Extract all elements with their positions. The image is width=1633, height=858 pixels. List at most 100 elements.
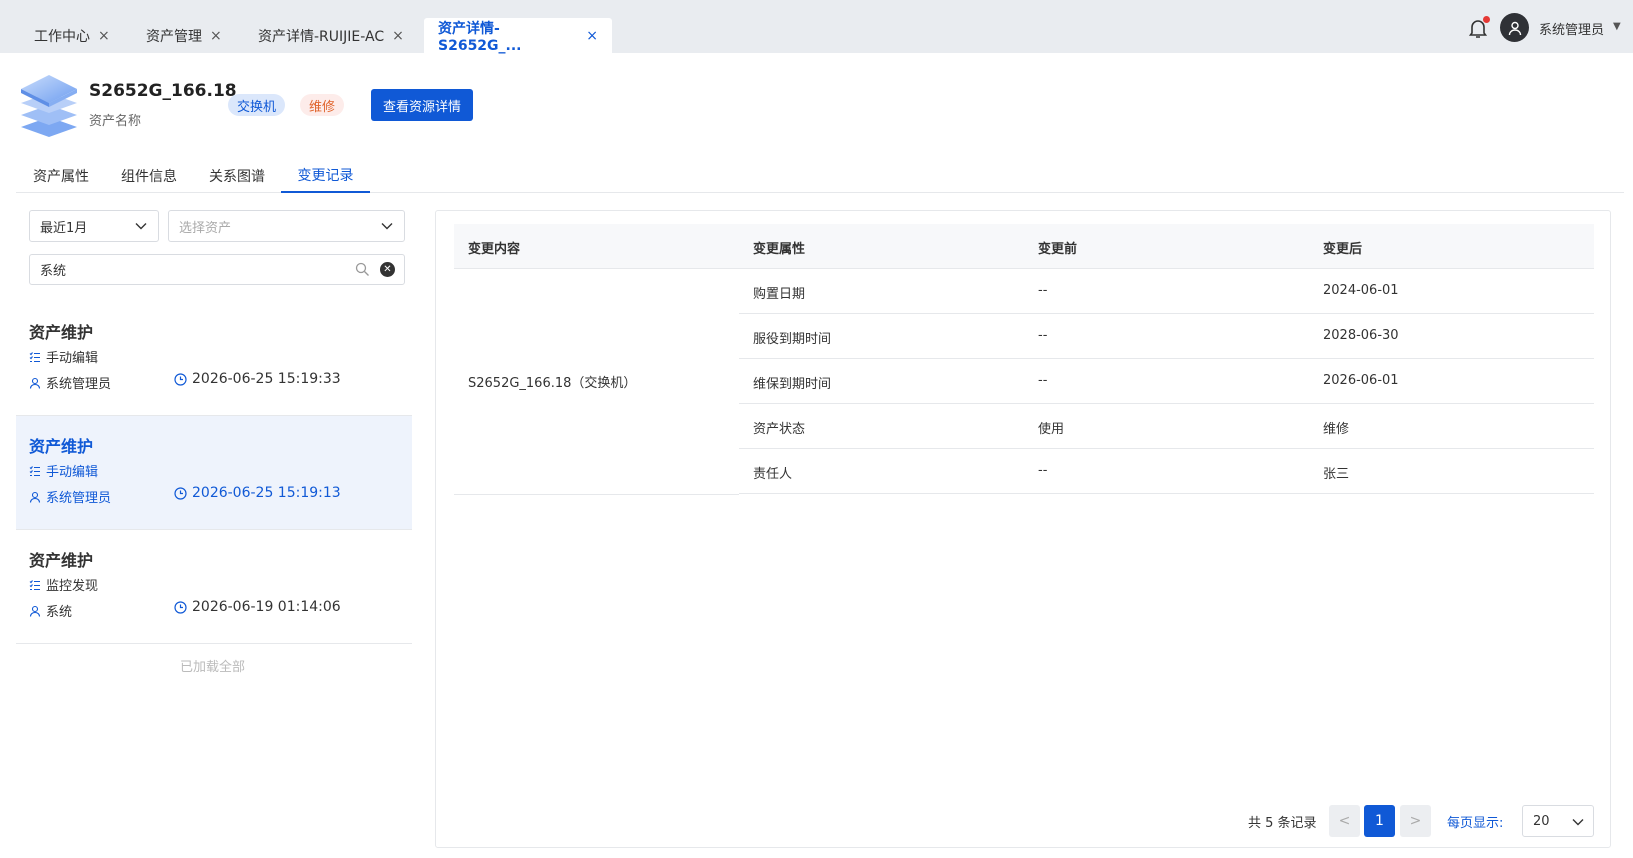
record-method-text: 监控发现 <box>46 579 99 594</box>
tab-asset-management[interactable]: 资产管理 × <box>132 18 236 53</box>
user-icon <box>29 377 41 389</box>
record-user-text: 系统 <box>46 605 73 620</box>
user-icon <box>29 605 41 617</box>
after-cell: 2026-06-01 <box>1323 373 1399 388</box>
tab-asset-detail-ruijie[interactable]: 资产详情-RUIJIE-AC × <box>244 18 418 53</box>
change-content-cell: S2652G_166.18（交换机） <box>454 269 739 495</box>
clear-icon[interactable]: ✕ <box>380 262 395 277</box>
after-cell: 维修 <box>1323 422 1350 437</box>
period-value: 最近1月 <box>40 220 88 236</box>
list-check-icon <box>29 351 40 362</box>
record-method-text: 手动编辑 <box>46 465 99 480</box>
pagination-total: 共 5 条记录 <box>1248 815 1317 831</box>
list-check-icon <box>29 465 40 476</box>
record-time: 2026-06-19 01:14:06 <box>174 599 341 615</box>
view-resource-details-button[interactable]: 查看资源详情 <box>371 89 473 121</box>
attr-cell: 资产状态 <box>753 422 806 437</box>
chevron-down-icon <box>381 223 393 230</box>
bell-icon[interactable] <box>1466 16 1490 40</box>
list-check-icon <box>29 579 40 590</box>
record-time-text: 2026-06-25 15:19:33 <box>192 371 341 387</box>
close-icon[interactable]: × <box>98 28 110 44</box>
clock-icon <box>174 486 187 500</box>
record-user: 系统管理员 <box>29 373 111 392</box>
asset-name-label: 资产名称 <box>89 114 142 129</box>
column-header: 变更后 <box>1323 242 1363 257</box>
period-select[interactable]: 最近1月 <box>29 210 159 242</box>
record-title: 资产维护 <box>29 437 94 456</box>
before-cell: -- <box>1038 463 1048 478</box>
change-record-item[interactable]: 资产维护 监控发现 系统 2026-06-19 01:14:06 <box>16 530 412 644</box>
column-header: 变更属性 <box>753 242 806 257</box>
tab-asset-attributes[interactable]: 资产属性 <box>33 158 89 193</box>
page-size-select[interactable]: 20 <box>1522 805 1594 837</box>
record-user-text: 系统管理员 <box>46 377 112 392</box>
loaded-all-text: 已加载全部 <box>180 660 246 675</box>
tab-relationship-graph[interactable]: 关系图谱 <box>209 158 265 193</box>
tab-work-center[interactable]: 工作中心 × <box>20 18 124 53</box>
asset-status-tag: 维修 <box>300 94 345 116</box>
record-method-text: 手动编辑 <box>46 351 99 366</box>
page-size-label: 每页显示: <box>1447 815 1504 831</box>
window-tab-bar: 工作中心 × 资产管理 × 资产详情-RUIJIE-AC × 资产详情-S265… <box>0 0 1633 54</box>
chevron-down-icon <box>1572 819 1584 826</box>
before-cell: -- <box>1038 373 1048 388</box>
record-user: 系统 <box>29 601 72 620</box>
record-user: 系统管理员 <box>29 487 111 506</box>
tab-change-records[interactable]: 变更记录 <box>281 158 370 193</box>
search-input[interactable]: 系统 ✕ <box>29 254 405 285</box>
record-title: 资产维护 <box>29 323 94 342</box>
column-header: 变更前 <box>1038 242 1078 257</box>
before-cell: 使用 <box>1038 422 1065 437</box>
page-size-value: 20 <box>1533 813 1550 829</box>
record-method: 手动编辑 <box>29 347 98 366</box>
record-user-text: 系统管理员 <box>46 491 112 506</box>
asset-name: S2652G_166.18 <box>89 81 237 101</box>
record-time-text: 2026-06-19 01:14:06 <box>192 599 341 615</box>
attr-cell: 维保到期时间 <box>753 377 832 392</box>
clock-icon <box>174 600 187 614</box>
asset-select-placeholder: 选择资产 <box>179 220 232 236</box>
record-method: 监控发现 <box>29 575 98 594</box>
change-detail-panel: 变更内容 变更属性 变更前 变更后 购置日期 -- 2024-06-01 服役到… <box>435 210 1611 848</box>
user-icon <box>29 491 41 503</box>
notification-dot <box>1483 16 1490 23</box>
prev-page-button[interactable]: < <box>1329 805 1360 837</box>
record-time: 2026-06-25 15:19:13 <box>174 485 341 501</box>
chevron-down-icon <box>135 223 147 230</box>
before-cell: -- <box>1038 283 1048 298</box>
tab-asset-detail-s2652g[interactable]: 资产详情-S2652G_... × <box>424 18 612 54</box>
user-icon[interactable] <box>1500 13 1529 42</box>
change-record-item[interactable]: 资产维护 手动编辑 系统管理员 2026-06-25 15:19:33 <box>16 302 412 416</box>
tab-label: 资产详情-RUIJIE-AC <box>258 28 385 45</box>
column-header: 变更内容 <box>468 242 521 257</box>
username[interactable]: 系统管理员 <box>1539 19 1604 38</box>
caret-down-icon[interactable]: ▼ <box>1613 21 1621 32</box>
server-stack-icon <box>19 73 79 139</box>
table-header: 变更内容 变更属性 变更前 变更后 <box>454 224 1594 269</box>
search-value: 系统 <box>40 264 67 279</box>
record-title: 资产维护 <box>29 551 94 570</box>
attr-cell: 服役到期时间 <box>753 332 832 347</box>
tab-label: 工作中心 <box>34 28 90 45</box>
asset-type-tag: 交换机 <box>228 94 286 116</box>
tab-component-info[interactable]: 组件信息 <box>121 158 177 193</box>
attr-cell: 购置日期 <box>753 287 806 302</box>
attr-cell: 责任人 <box>753 467 793 482</box>
close-icon[interactable]: × <box>210 28 222 44</box>
after-cell: 张三 <box>1323 467 1350 482</box>
change-content-text: S2652G_166.18（交换机） <box>468 376 637 391</box>
tab-label: 资产管理 <box>146 28 202 45</box>
next-page-button[interactable]: > <box>1400 805 1431 837</box>
change-record-item[interactable]: 资产维护 手动编辑 系统管理员 2026-06-25 15:19:13 <box>16 416 412 530</box>
clock-icon <box>174 372 187 386</box>
page-button-current[interactable]: 1 <box>1364 805 1395 837</box>
before-cell: -- <box>1038 328 1048 343</box>
record-time: 2026-06-25 15:19:33 <box>174 371 341 387</box>
close-icon[interactable]: × <box>392 28 404 44</box>
asset-select[interactable]: 选择资产 <box>168 210 405 242</box>
record-method: 手动编辑 <box>29 461 98 480</box>
after-cell: 2028-06-30 <box>1323 328 1399 343</box>
after-cell: 2024-06-01 <box>1323 283 1399 298</box>
close-icon[interactable]: × <box>586 28 598 44</box>
